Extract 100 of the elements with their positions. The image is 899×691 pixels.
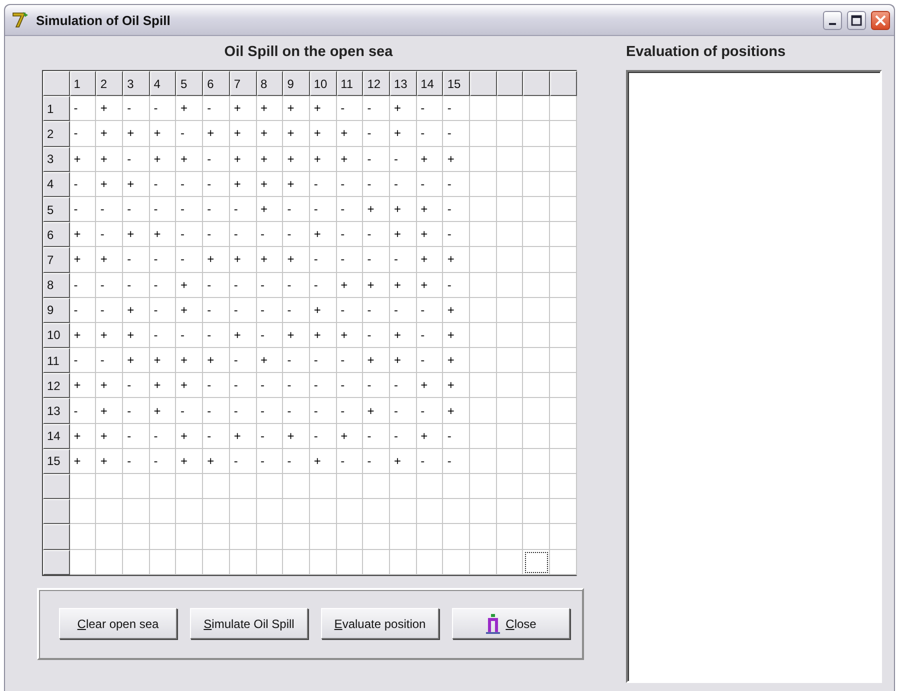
grid-cell[interactable]: +: [70, 146, 96, 172]
grid-cell[interactable]: -: [70, 298, 96, 323]
grid-cell[interactable]: [523, 172, 550, 197]
grid-cell[interactable]: +: [390, 96, 417, 122]
grid-cell[interactable]: -: [256, 373, 284, 398]
grid-cell[interactable]: -: [310, 196, 337, 222]
grid-cell[interactable]: -: [310, 272, 337, 298]
grid-cell[interactable]: [470, 474, 497, 500]
grid-cell[interactable]: +: [363, 348, 390, 374]
grid-cell[interactable]: -: [256, 322, 284, 348]
grid-cell[interactable]: +: [176, 298, 204, 323]
grid-cell[interactable]: [283, 550, 310, 575]
grid-cell[interactable]: -: [123, 424, 150, 449]
row-header[interactable]: 6: [43, 222, 70, 248]
grid-cell[interactable]: [70, 474, 96, 500]
grid-cell[interactable]: [123, 474, 150, 500]
grid-cell[interactable]: [523, 322, 550, 348]
grid-cell[interactable]: +: [96, 398, 124, 424]
grid-cell[interactable]: +: [443, 348, 470, 374]
grid-cell[interactable]: -: [150, 272, 176, 298]
grid-cell[interactable]: -: [363, 322, 390, 348]
grid-cell[interactable]: -: [283, 398, 310, 424]
grid-cell[interactable]: [470, 121, 497, 147]
grid-cell[interactable]: -: [150, 96, 176, 122]
grid-cell[interactable]: +: [203, 247, 230, 272]
grid-cell[interactable]: -: [416, 298, 444, 323]
grid-cell[interactable]: [470, 550, 497, 575]
grid-cell[interactable]: [496, 196, 524, 222]
grid-cell[interactable]: [443, 524, 470, 550]
grid-cell[interactable]: +: [230, 96, 256, 122]
grid-cell[interactable]: [523, 247, 550, 272]
grid-cell[interactable]: +: [96, 373, 124, 398]
grid-cell[interactable]: [336, 550, 364, 575]
column-header[interactable]: 12: [363, 71, 390, 96]
grid-cell[interactable]: [523, 146, 550, 172]
grid-cell[interactable]: [336, 474, 364, 500]
grid-cell[interactable]: [550, 474, 577, 500]
grid-cell[interactable]: [390, 474, 417, 500]
column-header[interactable]: 7: [230, 71, 256, 96]
grid-cell[interactable]: [496, 524, 524, 550]
column-header[interactable]: 3: [123, 71, 150, 96]
grid-cell[interactable]: -: [390, 373, 417, 398]
column-header[interactable]: 11: [336, 71, 364, 96]
grid-cell[interactable]: -: [230, 348, 256, 374]
row-header[interactable]: 2: [43, 121, 70, 147]
grid-cell[interactable]: -: [390, 398, 417, 424]
grid-cell[interactable]: -: [203, 322, 230, 348]
grid-cell[interactable]: [470, 272, 497, 298]
grid-cell[interactable]: +: [336, 272, 364, 298]
grid-cell[interactable]: [470, 373, 497, 398]
grid-cell[interactable]: -: [96, 222, 124, 248]
grid-cell[interactable]: [496, 424, 524, 449]
grid-cell[interactable]: +: [150, 146, 176, 172]
grid-cell[interactable]: [523, 348, 550, 374]
grid-cell[interactable]: -: [203, 398, 230, 424]
grid-cell[interactable]: [416, 550, 444, 575]
grid-cell[interactable]: +: [416, 272, 444, 298]
column-header[interactable]: 5: [176, 71, 204, 96]
grid-cell[interactable]: +: [230, 121, 256, 147]
grid-cell[interactable]: +: [176, 373, 204, 398]
grid-cell[interactable]: +: [283, 121, 310, 147]
grid-cell[interactable]: -: [336, 373, 364, 398]
grid-cell[interactable]: -: [123, 96, 150, 122]
grid-cell[interactable]: -: [310, 424, 337, 449]
grid-cell[interactable]: [310, 499, 337, 524]
grid-cell[interactable]: -: [336, 172, 364, 197]
grid-cell[interactable]: -: [310, 398, 337, 424]
grid-cell[interactable]: -: [310, 172, 337, 197]
grid-cell[interactable]: -: [123, 272, 150, 298]
grid-cell[interactable]: -: [70, 272, 96, 298]
grid-cell[interactable]: -: [443, 222, 470, 248]
grid-cell[interactable]: -: [150, 298, 176, 323]
grid-cell[interactable]: -: [176, 247, 204, 272]
grid-cell[interactable]: [496, 222, 524, 248]
row-header[interactable]: 1: [43, 96, 70, 122]
grid-cell[interactable]: +: [176, 348, 204, 374]
grid-cell[interactable]: [176, 474, 204, 500]
grid-cell[interactable]: +: [416, 196, 444, 222]
grid-cell[interactable]: [550, 172, 577, 197]
grid-cell[interactable]: -: [283, 348, 310, 374]
grid-cell[interactable]: [283, 499, 310, 524]
grid-cell[interactable]: +: [390, 222, 417, 248]
grid-cell[interactable]: +: [256, 247, 284, 272]
grid-cell[interactable]: +: [150, 398, 176, 424]
grid-cell[interactable]: +: [96, 172, 124, 197]
grid-cell[interactable]: +: [283, 146, 310, 172]
grid-cell[interactable]: -: [416, 448, 444, 474]
grid-cell[interactable]: -: [176, 222, 204, 248]
grid-cell[interactable]: +: [176, 96, 204, 122]
grid-cell[interactable]: [230, 550, 256, 575]
grid-cell[interactable]: +: [123, 348, 150, 374]
grid-cell[interactable]: [496, 474, 524, 500]
column-header[interactable]: [496, 71, 524, 96]
grid-cell[interactable]: +: [363, 398, 390, 424]
grid-cell[interactable]: -: [336, 96, 364, 122]
grid-cell[interactable]: +: [283, 424, 310, 449]
column-header[interactable]: 13: [390, 71, 417, 96]
grid-cell[interactable]: -: [390, 146, 417, 172]
grid-cell[interactable]: +: [203, 348, 230, 374]
grid-cell[interactable]: [550, 298, 577, 323]
